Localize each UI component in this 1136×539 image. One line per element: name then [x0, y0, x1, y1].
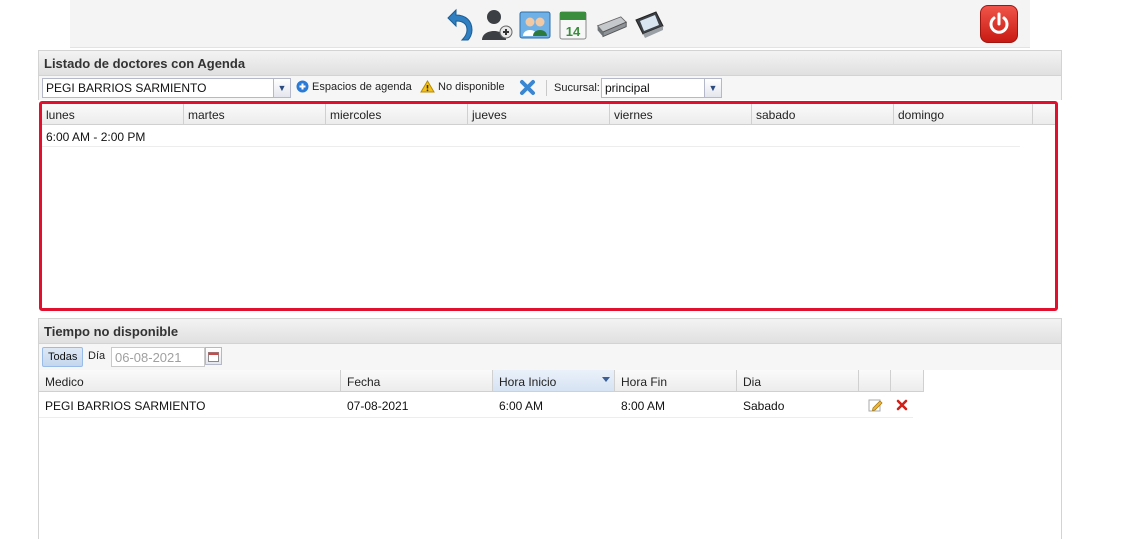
column-header-dia[interactable]: Dia — [737, 370, 859, 391]
espacios-agenda-label: Espacios de agenda — [312, 80, 412, 93]
todas-button[interactable]: Todas — [42, 347, 84, 367]
calendar-day-text: 14 — [566, 24, 581, 39]
edit-pencil-icon[interactable] — [859, 392, 891, 417]
unavailable-toolbar: Todas Día 06-08-2021 — [38, 344, 1062, 370]
column-header-lunes[interactable]: lunes — [42, 104, 184, 124]
column-header-edit — [859, 370, 891, 391]
schedule-cell: 6:00 AM - 2:00 PM — [46, 130, 146, 144]
chevron-down-icon[interactable]: ▼ — [704, 79, 721, 97]
column-header-domingo[interactable]: domingo — [894, 104, 1033, 124]
monitor-icon[interactable] — [632, 5, 666, 43]
table-row[interactable]: 6:00 AM - 2:00 PM — [42, 125, 1020, 147]
column-header-hora-inicio-label: Hora Inicio — [499, 375, 557, 389]
cell-hora-fin: 8:00 AM — [621, 399, 666, 413]
toolbar-separator — [546, 80, 547, 96]
espacios-agenda-button[interactable]: Espacios de agenda — [296, 80, 412, 93]
column-header-delete — [891, 370, 924, 391]
no-disponible-label: No disponible — [438, 80, 505, 93]
schedule-grid: lunes martes miercoles jueves viernes sa… — [39, 101, 1058, 311]
cell-hora-inicio: 6:00 AM — [499, 399, 544, 413]
cell-medico: PEGI BARRIOS SARMIENTO — [45, 399, 206, 413]
delete-x-icon[interactable] — [891, 392, 913, 417]
chevron-down-icon[interactable]: ▼ — [273, 79, 290, 97]
column-header-jueves[interactable]: jueves — [468, 104, 610, 124]
column-header-martes[interactable]: martes — [184, 104, 326, 124]
dia-label: Día — [88, 350, 106, 362]
doctor-select-value: PEGI BARRIOS SARMIENTO — [46, 81, 207, 95]
unavailable-grid: Medico Fecha Hora Inicio Hora Fin Dia PE… — [38, 370, 1062, 539]
doctor-select[interactable]: PEGI BARRIOS SARMIENTO ▼ — [42, 78, 291, 98]
cell-dia: Sabado — [743, 399, 785, 413]
sucursal-label: Sucursal: — [554, 82, 600, 94]
column-header-medico[interactable]: Medico — [39, 370, 341, 391]
calendar-picker-icon[interactable] — [205, 347, 222, 365]
schedule-grid-header: lunes martes miercoles jueves viernes sa… — [42, 104, 1055, 125]
column-header-hora-inicio[interactable]: Hora Inicio — [493, 370, 615, 391]
sucursal-select[interactable]: principal ▼ — [601, 78, 722, 98]
back-arrow-icon[interactable] — [442, 5, 476, 43]
no-disponible-button[interactable]: No disponible — [420, 80, 505, 93]
power-icon[interactable] — [980, 5, 1018, 43]
unavailable-grid-header: Medico Fecha Hora Inicio Hora Fin Dia — [39, 370, 924, 392]
unavailable-panel-header: Tiempo no disponible — [38, 318, 1062, 344]
close-icon — [520, 80, 535, 95]
column-header-filler — [1033, 104, 1055, 124]
toolbar-icons: 14 — [442, 4, 666, 44]
warning-icon — [420, 80, 435, 93]
cell-fecha: 07-08-2021 — [347, 399, 409, 413]
column-header-hora-fin[interactable]: Hora Fin — [615, 370, 737, 391]
add-user-icon[interactable] — [480, 5, 514, 43]
table-row[interactable]: PEGI BARRIOS SARMIENTO 07-08-2021 6:00 A… — [39, 392, 913, 418]
calendar-icon[interactable]: 14 — [556, 5, 590, 43]
column-header-fecha[interactable]: Fecha — [341, 370, 493, 391]
doctors-icon[interactable] — [518, 5, 552, 43]
top-toolbar: 14 — [70, 0, 1030, 48]
sort-arrow-icon[interactable] — [602, 377, 610, 382]
column-header-viernes[interactable]: viernes — [610, 104, 752, 124]
printer-icon[interactable] — [594, 5, 628, 43]
delete-button[interactable] — [519, 79, 536, 96]
column-header-miercoles[interactable]: miercoles — [326, 104, 468, 124]
agenda-panel-header: Listado de doctores con Agenda — [38, 50, 1062, 76]
add-circle-icon — [296, 80, 309, 93]
unavailable-panel-title: Tiempo no disponible — [44, 324, 179, 339]
agenda-panel-title: Listado de doctores con Agenda — [44, 56, 246, 71]
agenda-toolbar: PEGI BARRIOS SARMIENTO ▼ Espacios de age… — [38, 76, 1062, 100]
column-header-sabado[interactable]: sabado — [752, 104, 894, 124]
date-field[interactable]: 06-08-2021 — [111, 347, 205, 367]
sucursal-select-value: principal — [605, 81, 650, 95]
